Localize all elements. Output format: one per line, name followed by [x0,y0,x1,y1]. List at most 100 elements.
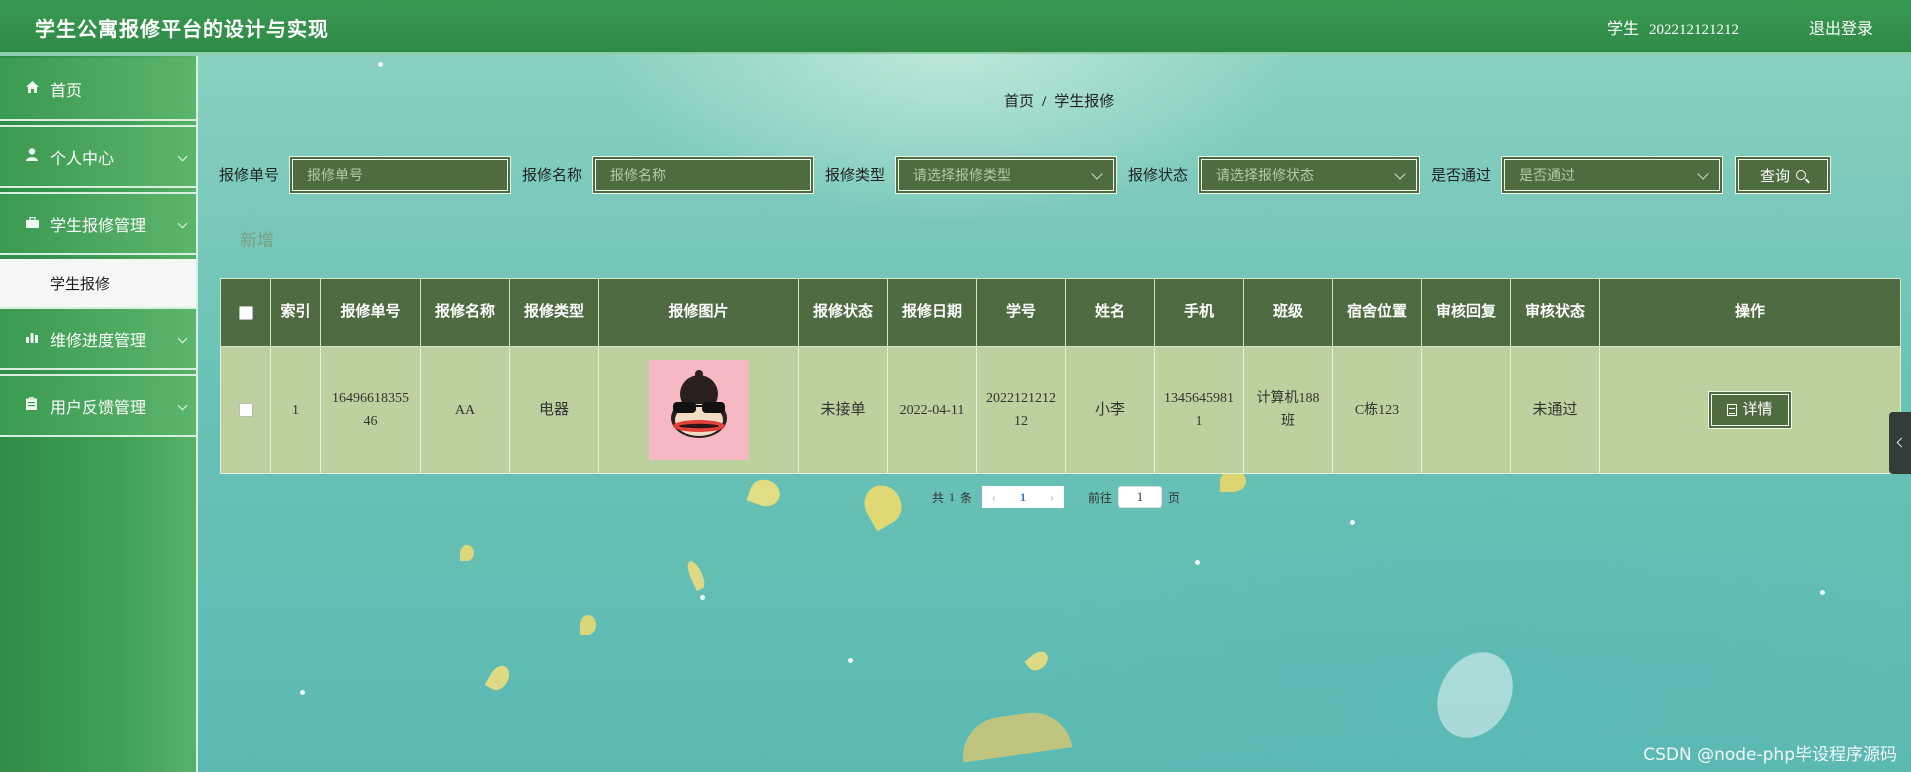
plant-decoration [957,707,1073,763]
sparkle-decoration [378,62,383,67]
column-header: 报修单号 [320,278,421,347]
user-id: 202212121212 [1649,22,1739,38]
sidebar-item-progress-management[interactable]: 维修进度管理 [0,307,196,370]
sidebar-item-feedback-management[interactable]: 用户反馈管理 [0,374,196,437]
column-header: 学号 [976,278,1066,347]
search-icon [1796,170,1806,180]
sparkle-decoration [300,690,305,695]
repair-status-placeholder: 请选择报修状态 [1216,169,1314,184]
cell-repair-type: 电器 [509,346,599,474]
repair-status-select[interactable]: 请选择报修状态 [1198,156,1420,194]
collapse-panel-tab[interactable] [1889,412,1911,474]
column-header: 操作 [1599,278,1901,347]
repair-name-label: 报修名称 [522,168,583,184]
cell-repair-status: 未接单 [798,346,888,474]
add-button[interactable]: 新增 [240,226,274,251]
repair-status-label: 报修状态 [1128,168,1189,184]
detail-button[interactable]: 详情 [1708,391,1792,429]
cell-index: 1 [270,346,321,474]
prev-page-button[interactable]: ‹ [982,486,1007,508]
query-button[interactable]: 查询 [1735,156,1831,194]
chevron-down-icon [1697,168,1709,180]
app-title: 学生公寓报修平台的设计与实现 [35,19,329,41]
column-header: 报修状态 [798,278,888,347]
bar-chart-icon [26,331,44,347]
breadcrumb: 首页 / 学生报修 [1004,90,1114,111]
petal-decoration [484,662,514,694]
column-header: 手机 [1154,278,1244,347]
sidebar-item-label: 学生报修管理 [50,217,147,235]
cell-review-status: 未通过 [1510,346,1600,474]
cell-action: 详情 [1599,346,1901,474]
cell-phone: 13456459811 [1154,346,1244,474]
repair-type-placeholder: 请选择报修类型 [913,169,1011,184]
repair-type-select[interactable]: 请选择报修类型 [895,156,1117,194]
sidebar-item-personal-center[interactable]: 个人中心 [0,125,196,188]
top-header: 学生公寓报修平台的设计与实现 学生 202212121212 退出登录 [0,0,1911,54]
user-info: 学生 202212121212 [1607,15,1739,39]
chevron-down-icon [177,218,188,229]
column-header: 班级 [1243,278,1333,347]
order-no-input[interactable]: 报修单号 [289,156,511,194]
chevron-down-icon [1394,168,1406,180]
flower-decoration [746,475,784,511]
clipboard-icon [26,397,44,414]
sidebar-item-repair-management[interactable]: 学生报修管理 [0,192,196,255]
sparkle-decoration [1820,590,1825,595]
sparkle-decoration [700,595,705,600]
sidebar-item-home[interactable]: 首页 [0,58,196,121]
document-icon [1727,404,1738,416]
next-page-button[interactable]: › [1040,486,1065,508]
column-header: 报修名称 [420,278,510,347]
detail-button-label: 详情 [1742,401,1773,418]
chevron-down-icon [177,151,188,162]
cell-class: 计算机188班 [1243,346,1333,474]
sparkle-decoration [1195,560,1200,565]
repair-type-label: 报修类型 [825,168,886,184]
user-icon [26,148,44,165]
order-no-label: 报修单号 [219,168,280,184]
column-header: 报修日期 [887,278,977,347]
petal-decoration [684,558,708,592]
total-prefix: 共 [932,490,945,505]
column-header: 报修图片 [598,278,799,347]
total-count: 1 [949,489,956,504]
query-button-label: 查询 [1759,168,1790,185]
sidebar-item-label: 个人中心 [50,150,115,168]
sparkle-decoration [848,658,853,663]
repair-table: 索引 报修单号 报修名称 报修类型 报修图片 报修状态 报修日期 学号 姓名 手… [220,278,1901,474]
page-number[interactable]: 1 [1006,486,1041,508]
repair-image-thumbnail[interactable] [648,360,749,460]
goto-prefix: 前往 [1088,490,1113,505]
cell-review-reply [1421,346,1511,474]
briefcase-icon [26,216,44,232]
column-header: 审核回复 [1421,278,1511,347]
passed-placeholder: 是否通过 [1519,169,1575,184]
select-all-checkbox[interactable] [238,305,253,320]
sidebar-subitem-student-repair[interactable]: 学生报修 [0,259,196,307]
goto-page-input[interactable]: 1 [1118,486,1163,508]
row-checkbox[interactable] [238,403,253,418]
table-row: 1 1649661835546 AA 电器 未接单 2022-04-11 202… [220,346,1901,474]
table-header-row: 索引 报修单号 报修名称 报修类型 报修图片 报修状态 报修日期 学号 姓名 手… [220,278,1901,347]
passed-select[interactable]: 是否通过 [1501,156,1723,194]
splash-decoration [1422,638,1528,752]
cell-repair-image [598,346,799,474]
repair-name-input[interactable]: 报修名称 [592,156,814,194]
breadcrumb-current: 学生报修 [1054,94,1115,110]
watermark: CSDN @node-php毕设程序源码 [1643,745,1897,765]
petal-decoration [580,615,596,635]
cell-dorm: C栋123 [1332,346,1422,474]
cell-student-name: 小李 [1065,346,1155,474]
cell-repair-date: 2022-04-11 [887,346,977,474]
chevron-down-icon [177,333,188,344]
sidebar: 首页 个人中心 学生报修管理 学生报修 维修进度管理 用户反馈管理 [0,56,198,772]
sidebar-item-label: 用户反馈管理 [50,399,147,417]
petal-decoration [460,545,474,561]
column-header: 姓名 [1065,278,1155,347]
column-header: 索引 [270,278,321,347]
breadcrumb-home[interactable]: 首页 [1004,94,1034,110]
cell-repair-name: AA [420,346,510,474]
passed-label: 是否通过 [1431,168,1492,184]
logout-link[interactable]: 退出登录 [1809,15,1873,39]
